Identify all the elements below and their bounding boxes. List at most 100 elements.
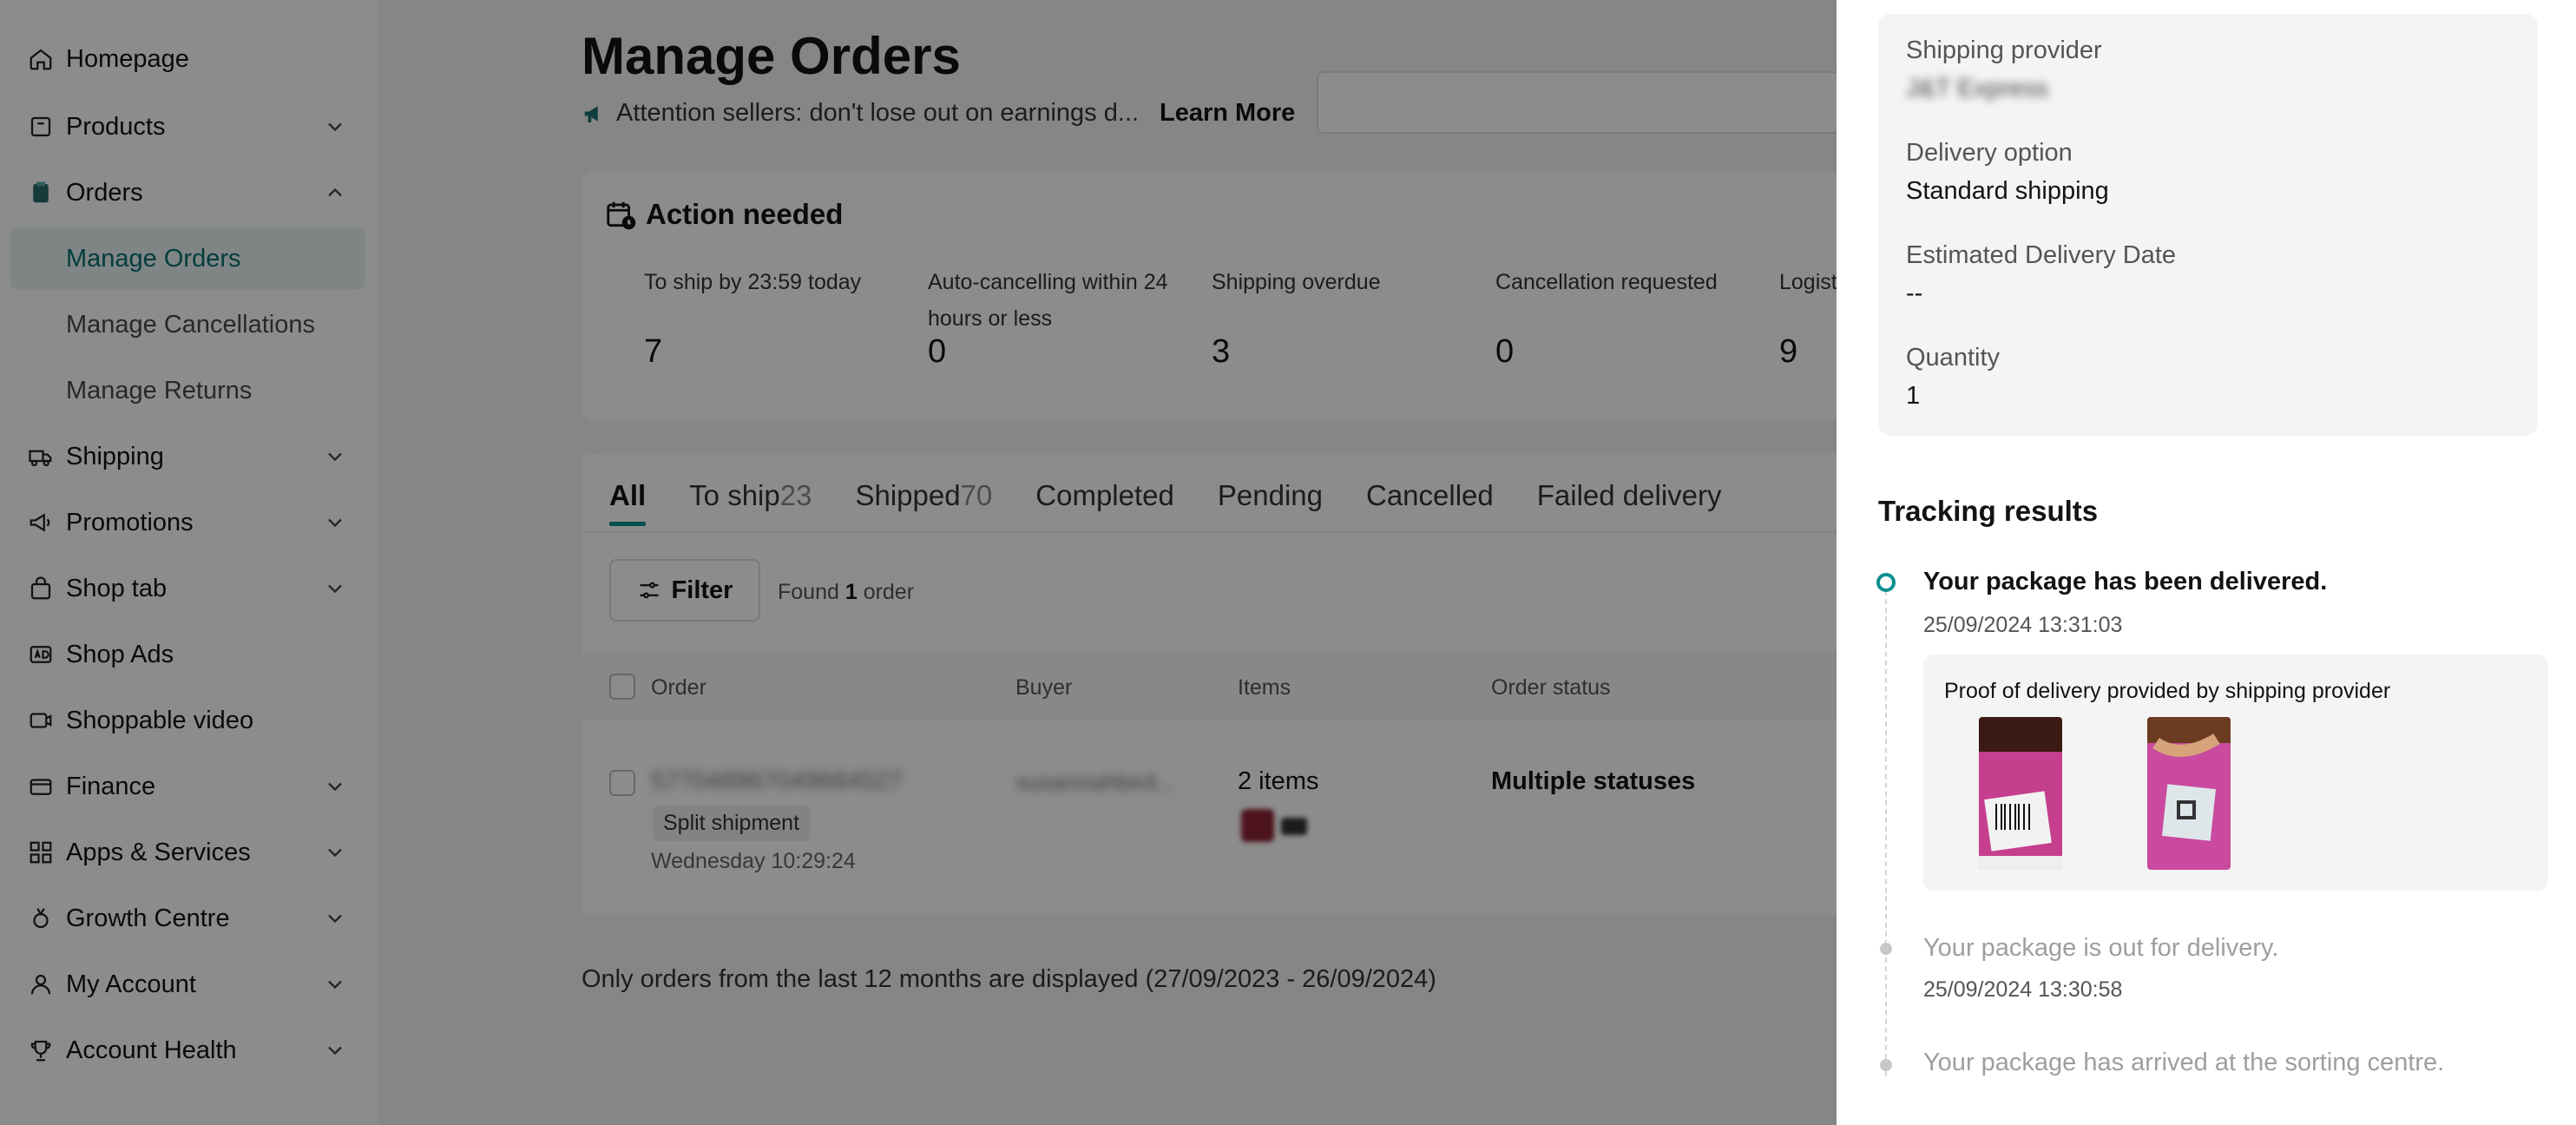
trophy-icon	[26, 1036, 56, 1065]
shipping-provider-label: Shipping provider	[1906, 36, 2102, 64]
column-header-items: Items	[1238, 675, 1291, 700]
table-header: Order Buyer Items Order status	[582, 653, 1883, 720]
tab-cancelled[interactable]: Cancelled	[1366, 479, 1494, 526]
sidebar-sub-label: Manage Returns	[66, 376, 253, 405]
sidebar-item-label: Homepage	[66, 44, 189, 73]
sidebar-item-shop-ads[interactable]: Shop Ads	[10, 623, 365, 686]
tab-label: To ship	[689, 479, 780, 511]
item-thumbnail	[1281, 818, 1307, 835]
metric-label: Shipping overdue	[1212, 270, 1381, 294]
calendar-clock-icon	[607, 201, 636, 230]
timeline-line	[1885, 590, 1887, 1076]
proof-photo-1[interactable]	[1979, 717, 2062, 870]
proof-photo-2[interactable]	[2147, 717, 2231, 870]
metric-to-ship-today[interactable]: To ship by 23:59 today 7	[644, 264, 904, 370]
metric-value: 0	[1495, 333, 1515, 370]
sidebar-item-label: Shop tab	[66, 574, 168, 602]
sidebar-item-label: Shop Ads	[66, 640, 174, 668]
sidebar-item-label: Account Health	[66, 1036, 237, 1064]
sidebar-item-label: Apps & Services	[66, 838, 251, 866]
tab-failed-delivery[interactable]: Failed delivery	[1537, 479, 1722, 526]
metric-value: 7	[644, 333, 663, 370]
sidebar-item-label: Orders	[66, 178, 143, 207]
metric-label: Cancellation requested	[1495, 270, 1718, 294]
sidebar-item-account-health[interactable]: Account Health	[10, 1019, 365, 1082]
action-needed-title: Action needed	[604, 198, 843, 231]
action-needed-card: Action needed To ship by 23:59 today 7 A…	[582, 172, 1883, 420]
metric-value: 9	[1779, 333, 1798, 370]
orders-icon	[26, 178, 56, 207]
sidebar-item-products[interactable]: Products	[10, 95, 365, 158]
tab-label: Cancelled	[1365, 479, 1494, 511]
product-icon	[26, 112, 56, 141]
tracking-event-date: 25/09/2024 13:30:58	[1923, 977, 2123, 1002]
learn-more-link[interactable]: Learn More	[1160, 99, 1295, 128]
metric-value: 3	[1212, 333, 1231, 370]
order-tabs: All To ship23 Shipped70 Completed Pendin…	[609, 479, 1765, 526]
growth-icon	[26, 904, 56, 933]
sidebar-item-growth-centre[interactable]: Growth Centre	[10, 887, 365, 950]
sidebar-item-shop-tab[interactable]: Shop tab	[10, 557, 365, 620]
tracking-event-title: Your package has arrived at the sorting …	[1923, 1049, 2445, 1076]
tab-shipped[interactable]: Shipped70	[855, 479, 992, 526]
item-thumbnail	[1241, 809, 1274, 842]
proof-of-delivery-label: Proof of delivery provided by shipping p…	[1944, 679, 2391, 703]
sidebar-item-label: My Account	[66, 970, 196, 998]
tracking-event-title: Your package is out for delivery.	[1923, 934, 2279, 962]
select-all-checkbox[interactable]	[609, 674, 635, 700]
sidebar-item-my-account[interactable]: My Account	[10, 953, 365, 1016]
chevron-up-icon	[328, 188, 342, 197]
sidebar-item-orders[interactable]: Orders	[10, 161, 365, 224]
user-icon	[26, 970, 56, 999]
order-status: Multiple statuses	[1491, 767, 1696, 795]
page-title: Manage Orders	[582, 27, 961, 85]
orders-card: All To ship23 Shipped70 Completed Pendin…	[582, 453, 1883, 915]
chevron-down-icon	[328, 914, 342, 924]
metric-shipping-overdue[interactable]: Shipping overdue 3	[1212, 264, 1472, 370]
search-input[interactable]	[1317, 71, 1872, 134]
shipping-provider-value: J&T Express	[1906, 75, 2048, 102]
column-header-buyer: Buyer	[1015, 675, 1073, 700]
tracking-event-title: Your package has been delivered.	[1923, 568, 2328, 595]
filter-button[interactable]: Filter	[609, 559, 760, 622]
items-count: 2 items	[1238, 767, 1319, 795]
chevron-down-icon	[328, 782, 342, 792]
order-id[interactable]: 577048967049684527	[651, 767, 903, 796]
sidebar-item-finance[interactable]: Finance	[10, 755, 365, 818]
sidebar-item-shipping[interactable]: Shipping	[10, 425, 365, 488]
sidebar-item-homepage[interactable]: Homepage	[10, 28, 365, 90]
row-checkbox[interactable]	[609, 770, 635, 796]
tab-completed[interactable]: Completed	[1035, 479, 1174, 526]
quantity-label: Quantity	[1906, 344, 2000, 372]
sidebar-item-promotions[interactable]: Promotions	[10, 491, 365, 554]
found-prefix: Found	[778, 580, 839, 604]
home-icon	[26, 44, 56, 74]
tab-label: Completed	[1035, 479, 1174, 511]
main-content: Manage Orders Attention sellers: don't l…	[379, 0, 1883, 1125]
delivery-option-label: Delivery option	[1906, 139, 2073, 167]
tracking-results-title: Tracking results	[1878, 495, 2099, 527]
attention-banner: Attention sellers: don't lose out on ear…	[582, 99, 1139, 128]
proof-of-delivery-box: Proof of delivery provided by shipping p…	[1923, 655, 2548, 891]
bag-icon	[26, 574, 56, 603]
sidebar-sub-manage-orders[interactable]: Manage Orders	[10, 227, 365, 290]
tab-to-ship[interactable]: To ship23	[689, 479, 812, 526]
sidebar-item-label: Growth Centre	[66, 904, 230, 932]
sidebar-sub-manage-cancellations[interactable]: Manage Cancellations	[10, 293, 365, 356]
metric-auto-cancelling[interactable]: Auto-cancelling within 24 hours or less …	[928, 264, 1188, 370]
buyer-name[interactable]: susannahbird...	[1015, 769, 1176, 796]
tab-pending[interactable]: Pending	[1218, 479, 1323, 526]
tab-all[interactable]: All	[609, 479, 647, 526]
metric-cancellation-requested[interactable]: Cancellation requested 0	[1495, 264, 1756, 370]
sidebar-item-shoppable-video[interactable]: Shoppable video	[10, 689, 365, 752]
tab-count: 23	[779, 479, 812, 511]
metric-label: To ship by 23:59 today	[644, 270, 862, 294]
metric-label: Auto-cancelling within 24 hours or less	[928, 270, 1168, 331]
sidebar-item-apps-services[interactable]: Apps & Services	[10, 821, 365, 884]
chevron-down-icon	[328, 980, 342, 990]
wallet-icon	[26, 772, 56, 801]
chevron-down-icon	[328, 452, 342, 462]
column-header-status: Order status	[1491, 675, 1611, 700]
found-suffix: order	[863, 580, 915, 604]
sidebar-sub-manage-returns[interactable]: Manage Returns	[10, 359, 365, 422]
